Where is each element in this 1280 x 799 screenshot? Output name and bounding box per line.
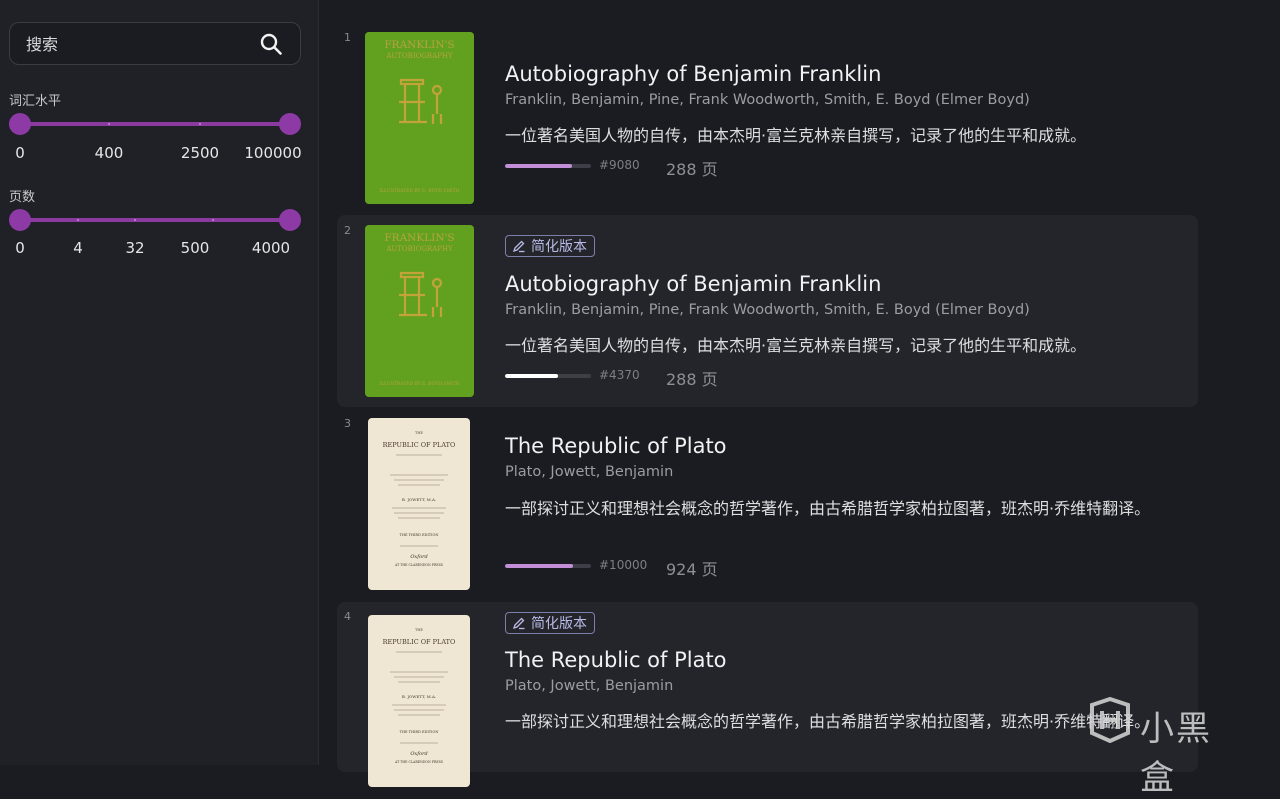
book-title[interactable]: Autobiography of Benjamin Franklin bbox=[505, 62, 881, 86]
pages-filter-label: 页数 bbox=[9, 190, 36, 205]
book-title[interactable]: The Republic of Plato bbox=[505, 434, 727, 458]
page-count: 924 页 bbox=[666, 560, 718, 579]
cover-plato-image: THE REPUBLIC OF PLATO B. JOWETT, M.A. TH… bbox=[368, 615, 470, 787]
page-count: 288 页 bbox=[666, 370, 718, 389]
cover-author: B. JOWETT, M.A. bbox=[402, 694, 436, 699]
cover-author: B. JOWETT, M.A. bbox=[402, 497, 436, 502]
book-author: Plato, Jowett, Benjamin bbox=[505, 464, 674, 480]
book-title[interactable]: Autobiography of Benjamin Franklin bbox=[505, 272, 881, 296]
progress-fill bbox=[505, 374, 559, 378]
cover-press: AT THE CLARENDON PRESS bbox=[394, 760, 443, 764]
slider-mark: 500 bbox=[180, 239, 210, 257]
pen-icon bbox=[512, 617, 525, 630]
slider-thumb-max[interactable] bbox=[279, 209, 301, 231]
simplified-badge: 简化版本 bbox=[505, 612, 595, 634]
item-rank: 4 bbox=[344, 610, 351, 623]
popularity-rank: #4370 bbox=[599, 368, 640, 382]
book-title[interactable]: The Republic of Plato bbox=[505, 648, 727, 672]
cover-plato-image: THE REPUBLIC OF PLATO B. JOWETT, M.A. TH… bbox=[368, 418, 470, 590]
item-rank: 3 bbox=[344, 417, 351, 430]
reading-progress-bar bbox=[505, 564, 591, 568]
slider-tick bbox=[77, 219, 79, 221]
cover-subtitle: AUTOBIOGRAPHY bbox=[385, 245, 453, 253]
cover-franklin-image: FRANKLIN'S AUTOBIOGRAPHY ILLUSTRATED BY … bbox=[365, 32, 474, 204]
pen-icon bbox=[512, 240, 525, 253]
book-description: 一位著名美国人物的自传，由本杰明·富兰克林亲自撰写，记录了他的生平和成就。 bbox=[505, 126, 1087, 145]
watermark-text: 小黑盒 bbox=[1140, 709, 1212, 798]
cover-the: THE bbox=[415, 431, 423, 435]
slider-tick bbox=[108, 123, 110, 125]
cover-place: Oxford bbox=[410, 554, 427, 560]
filter-sidebar: 词汇水平 0 400 2500 100000 页数 0 4 32 500 400… bbox=[0, 0, 319, 765]
heybox-logo-icon bbox=[1090, 696, 1130, 744]
item-rank: 2 bbox=[344, 224, 351, 237]
slider-mark: 0 bbox=[15, 239, 25, 257]
search-icon[interactable] bbox=[260, 33, 282, 55]
reading-progress-bar bbox=[505, 374, 591, 378]
book-author: Franklin, Benjamin, Pine, Frank Woodwort… bbox=[505, 302, 1030, 318]
cover-title: FRANKLIN'S bbox=[384, 39, 454, 51]
search-box[interactable] bbox=[9, 22, 301, 66]
slider-thumb-min[interactable] bbox=[9, 113, 31, 135]
slider-tick bbox=[134, 219, 136, 221]
book-description: 一位著名美国人物的自传，由本杰明·富兰克林亲自撰写，记录了他的生平和成就。 bbox=[505, 336, 1087, 355]
slider-mark: 4 bbox=[73, 239, 83, 257]
page-count: 288 页 bbox=[666, 160, 718, 179]
cover-footer: ILLUSTRATED BY E. BOYD SMITH bbox=[379, 381, 459, 387]
book-cover[interactable]: THE REPUBLIC OF PLATO B. JOWETT, M.A. TH… bbox=[368, 615, 470, 787]
book-author: Franklin, Benjamin, Pine, Frank Woodwort… bbox=[505, 92, 1030, 108]
book-author: Plato, Jowett, Benjamin bbox=[505, 678, 674, 694]
slider-track bbox=[20, 218, 290, 222]
badge-label: 简化版本 bbox=[531, 239, 587, 255]
book-cover[interactable]: FRANKLIN'S AUTOBIOGRAPHY ILLUSTRATED BY … bbox=[365, 225, 474, 397]
slider-mark: 400 bbox=[94, 144, 124, 162]
cover-the: THE bbox=[415, 628, 423, 632]
watermark: 小黑盒 bbox=[1086, 696, 1246, 798]
book-cover[interactable]: FRANKLIN'S AUTOBIOGRAPHY ILLUSTRATED BY … bbox=[365, 32, 474, 204]
book-list-item[interactable]: 1 FRANKLIN'S AUTOBIOGRAPHY ILLUSTRATED B… bbox=[337, 25, 1198, 211]
cover-edition: THE THIRD EDITION bbox=[400, 730, 439, 734]
vocab-slider-marks: 0 400 2500 100000 bbox=[9, 144, 301, 164]
cover-footer: ILLUSTRATED BY E. BOYD SMITH bbox=[379, 188, 459, 194]
popularity-rank: #10000 bbox=[599, 558, 648, 572]
cover-title: REPUBLIC OF PLATO bbox=[383, 441, 456, 449]
book-description: 一部探讨正义和理想社会概念的哲学著作，由古希腊哲学家柏拉图著，班杰明·乔维特翻译… bbox=[505, 712, 1151, 731]
search-input[interactable] bbox=[24, 23, 248, 66]
book-list-item[interactable]: 4 THE REPUBLIC OF PLATO B. JOWETT, M.A. … bbox=[337, 602, 1198, 787]
vocab-filter-label: 词汇水平 bbox=[9, 94, 62, 109]
slider-mark: 4000 bbox=[251, 239, 291, 257]
pages-range-slider[interactable] bbox=[9, 208, 301, 232]
progress-fill bbox=[505, 164, 573, 168]
book-list-item[interactable]: 2 FRANKLIN'S AUTOBIOGRAPHY ILLUSTRATED B… bbox=[337, 215, 1198, 407]
simplified-badge: 简化版本 bbox=[505, 235, 595, 257]
slider-mark: 100000 bbox=[244, 144, 302, 162]
slider-thumb-max[interactable] bbox=[279, 113, 301, 135]
cover-subtitle: AUTOBIOGRAPHY bbox=[385, 52, 453, 60]
item-rank: 1 bbox=[344, 31, 351, 44]
cover-franklin-image: FRANKLIN'S AUTOBIOGRAPHY ILLUSTRATED BY … bbox=[365, 225, 474, 397]
slider-tick bbox=[199, 123, 201, 125]
slider-thumb-min[interactable] bbox=[9, 209, 31, 231]
cover-title: FRANKLIN'S bbox=[384, 232, 454, 244]
book-list-item[interactable]: 3 THE REPUBLIC OF PLATO B. JOWETT, M.A. … bbox=[337, 413, 1198, 595]
book-cover[interactable]: THE REPUBLIC OF PLATO B. JOWETT, M.A. TH… bbox=[368, 418, 470, 590]
slider-tick bbox=[212, 219, 214, 221]
book-description: 一部探讨正义和理想社会概念的哲学著作，由古希腊哲学家柏拉图著，班杰明·乔维特翻译… bbox=[505, 499, 1151, 518]
reading-progress-bar bbox=[505, 164, 591, 168]
slider-track bbox=[20, 122, 290, 126]
cover-title: REPUBLIC OF PLATO bbox=[383, 638, 456, 646]
slider-mark: 0 bbox=[15, 144, 25, 162]
progress-fill bbox=[505, 564, 573, 568]
cover-edition: THE THIRD EDITION bbox=[400, 533, 439, 537]
popularity-rank: #9080 bbox=[599, 158, 640, 172]
slider-mark: 32 bbox=[125, 239, 145, 257]
pages-slider-marks: 0 4 32 500 4000 bbox=[9, 239, 301, 259]
cover-press: AT THE CLARENDON PRESS bbox=[394, 563, 443, 567]
vocab-range-slider[interactable] bbox=[9, 112, 301, 136]
slider-mark: 2500 bbox=[180, 144, 220, 162]
cover-place: Oxford bbox=[410, 751, 427, 757]
badge-label: 简化版本 bbox=[531, 616, 587, 632]
